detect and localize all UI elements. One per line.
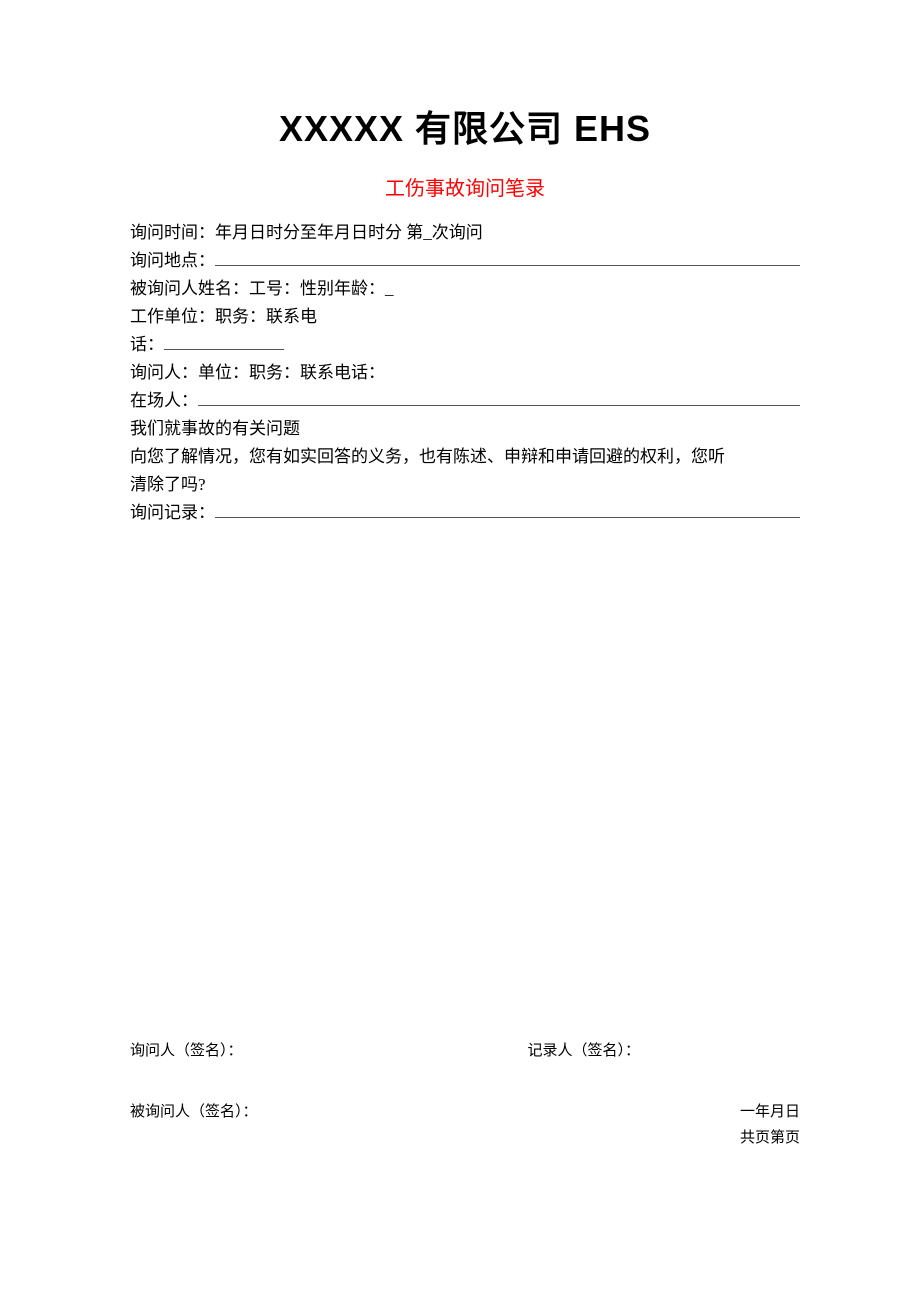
line-interviewee-info: 被询问人姓名：工号：性别年龄：_: [130, 275, 800, 303]
form-body: 询问时间：年月日时分至年月日时分 第_次询问 询问地点： 被询问人姓名：工号：性…: [130, 219, 800, 528]
interviewee-sign-label: 被询问人（签名）：: [130, 1100, 258, 1121]
line-preamble-2: 向您了解情况，您有如实回答的义务，也有陈述、申辩和申请回避的权利，您听: [130, 443, 800, 471]
form-page: XXXXX 有限公司 EHS 工伤事故询问笔录 询问时间：年月日时分至年月日时分…: [0, 0, 920, 1301]
line-preamble-3: 清除了吗?: [130, 471, 800, 499]
footer-row-signatures-1: 询问人（签名）： 记录人（签名）：: [130, 1039, 800, 1060]
form-footer: 询问人（签名）： 记录人（签名）： 被询问人（签名）： 一年月日 共页第页: [130, 1039, 800, 1151]
line-inquiry-time: 询问时间：年月日时分至年月日时分 第_次询问: [130, 219, 800, 247]
label-record: 询问记录：: [130, 499, 215, 527]
label-present: 在场人：: [130, 387, 198, 415]
footer-right-block: 一年月日 共页第页: [740, 1100, 800, 1151]
line-present-persons: 在场人：: [130, 387, 800, 415]
text-preamble-2: 向您了解情况，您有如实回答的义务，也有陈述、申辩和申请回避的权利，您听: [130, 443, 725, 471]
company-title: XXXXX 有限公司 EHS: [130, 100, 800, 152]
text-preamble-1: 我们就事故的有关问题: [130, 415, 300, 443]
text-work-unit: 工作单位：职务：联系电: [130, 303, 317, 331]
fill-phone: [164, 333, 284, 350]
interviewer-sign-label: 询问人（签名）：: [130, 1039, 243, 1060]
date-label: 一年月日: [740, 1100, 800, 1126]
line-preamble-1: 我们就事故的有关问题: [130, 415, 800, 443]
recorder-sign-label: 记录人（签名）：: [527, 1039, 640, 1060]
form-title: 工伤事故询问笔录: [130, 172, 800, 201]
label-phone: 话：: [130, 331, 164, 359]
line-work-unit: 工作单位：职务：联系电: [130, 303, 800, 331]
label-inquiry-location: 询问地点：: [130, 247, 215, 275]
line-record: 询问记录：: [130, 499, 800, 527]
footer-row-signatures-2: 被询问人（签名）： 一年月日 共页第页: [130, 1100, 800, 1151]
fill-record: [215, 501, 800, 518]
page-label: 共页第页: [740, 1126, 800, 1152]
line-inquiry-location: 询问地点：: [130, 247, 800, 275]
text-preamble-3: 清除了吗?: [130, 471, 206, 499]
fill-inquiry-location: [215, 249, 800, 266]
line-interviewer: 询问人：单位：职务：联系电话：: [130, 359, 800, 387]
line-phone: 话：: [130, 331, 800, 359]
text-interviewer: 询问人：单位：职务：联系电话：: [130, 359, 385, 387]
text-interviewee-info: 被询问人姓名：工号：性别年龄：_: [130, 275, 394, 303]
text-inquiry-time: 询问时间：年月日时分至年月日时分 第_次询问: [130, 219, 483, 247]
fill-present: [198, 389, 800, 406]
